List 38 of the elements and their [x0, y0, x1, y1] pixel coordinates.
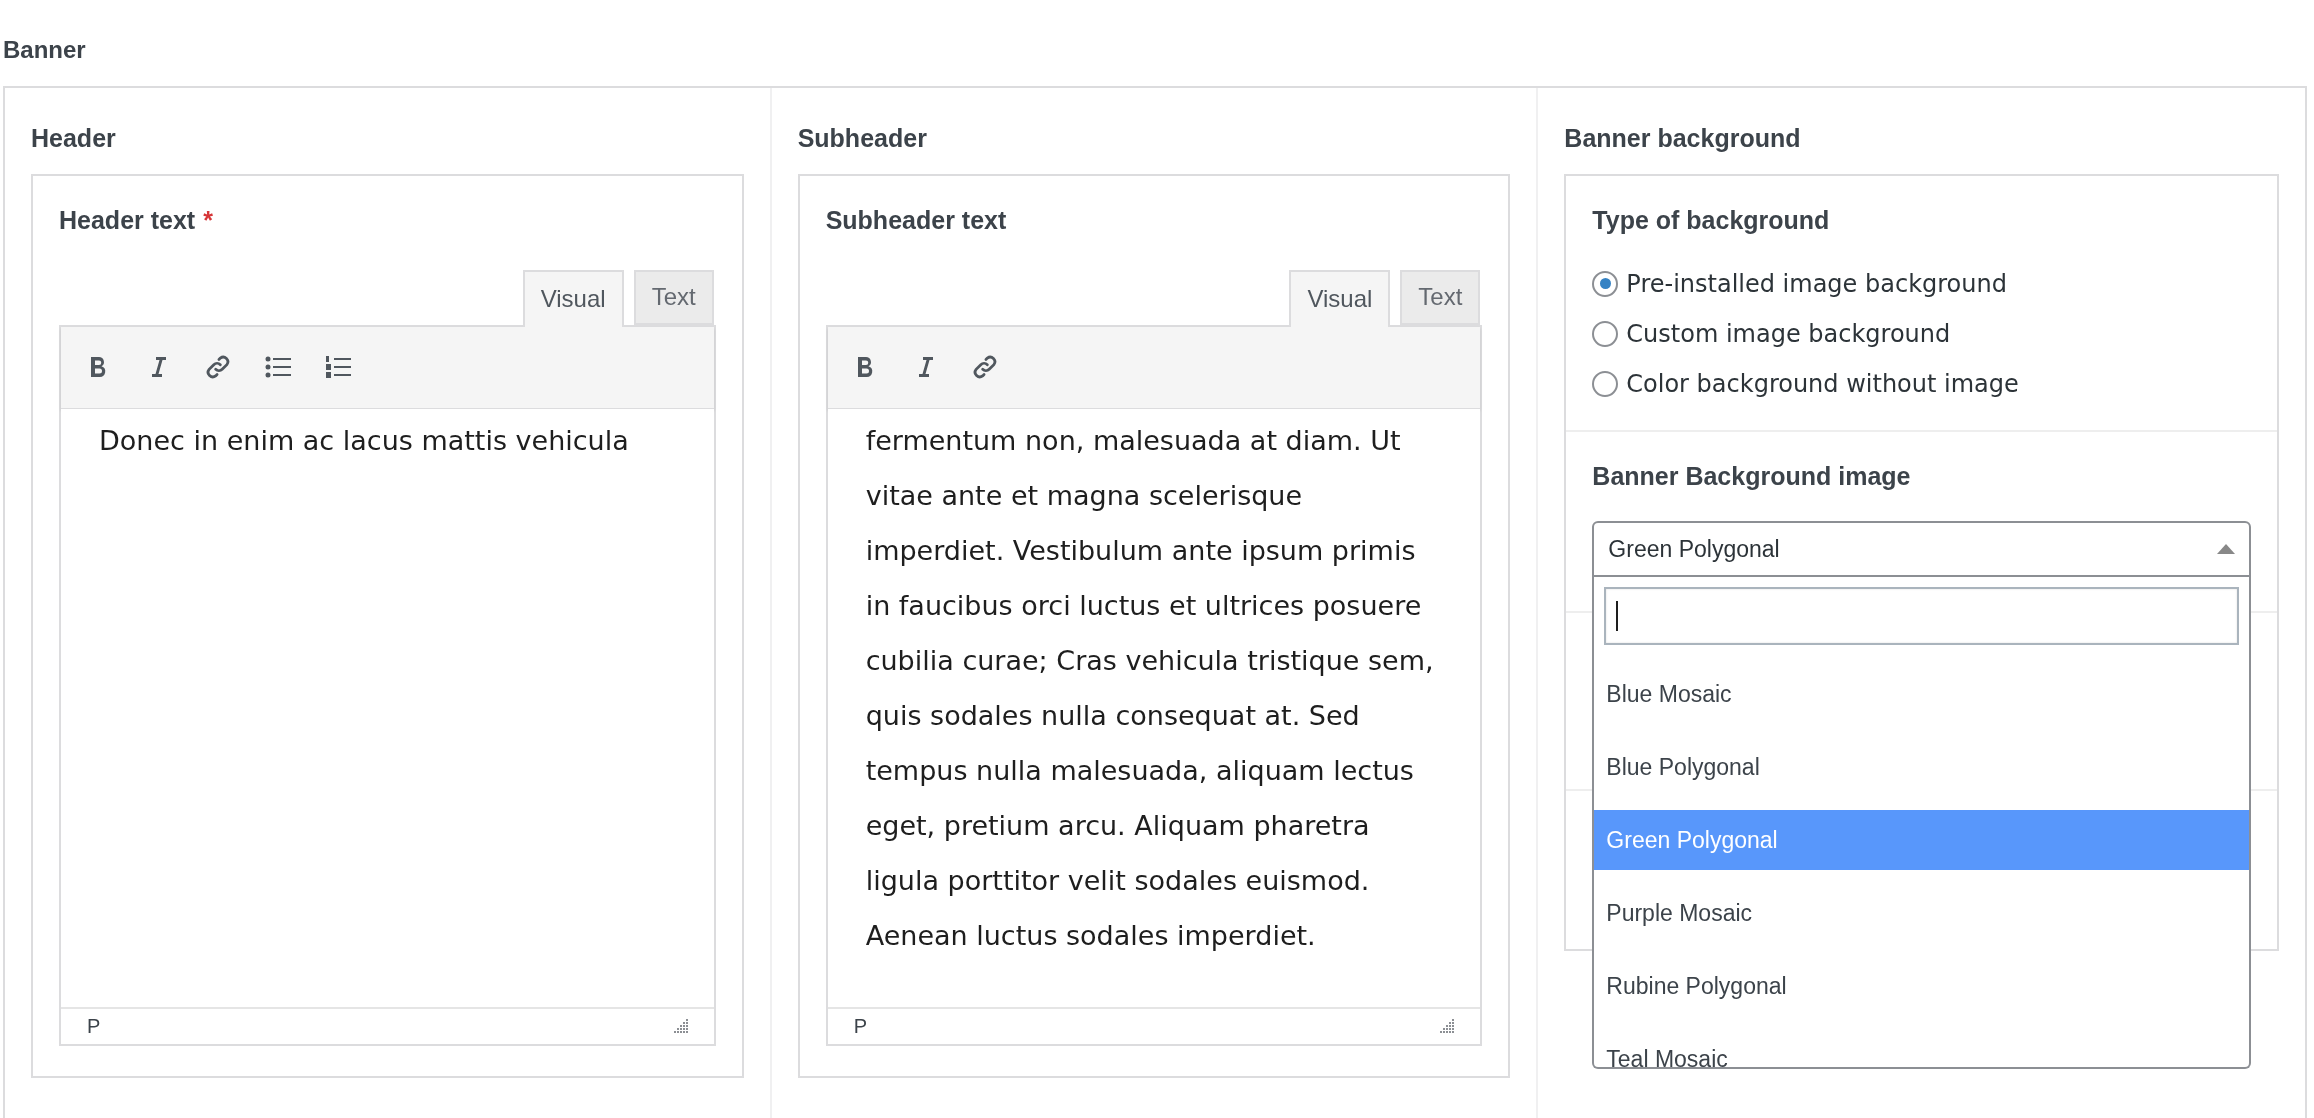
- field-label: Type of background: [1592, 205, 1831, 236]
- dropdown-option[interactable]: Rubine Polygonal: [1594, 956, 2249, 1016]
- text-cursor: [1616, 601, 1619, 631]
- field-label: Banner Background image: [1592, 460, 1912, 492]
- column-title: Subheader: [797, 124, 928, 152]
- caret-up-icon: [2217, 544, 2235, 554]
- dropdown-option[interactable]: Blue Polygonal: [1594, 737, 2249, 797]
- radio-button[interactable]: [1592, 270, 1619, 297]
- numbered-list-icon: [325, 354, 351, 380]
- radio-label: Pre-installed image background: [1626, 268, 2007, 300]
- column-title: Header: [31, 124, 117, 152]
- bullet-list-icon: [265, 355, 291, 379]
- radio-label: Custom image background: [1626, 318, 1951, 350]
- required-asterisk: *: [203, 205, 213, 236]
- dropdown-option[interactable]: Teal Mosaic: [1594, 1029, 2249, 1067]
- link-icon: [204, 353, 232, 381]
- bold-icon: [88, 355, 108, 379]
- radio-button[interactable]: [1592, 370, 1619, 397]
- element-path: P: [853, 1014, 867, 1039]
- column-title: Banner background: [1564, 124, 1802, 152]
- editor-text: fermentum non, malesuada at diam. Ut vitae ante et magna scelerisque imperdiet. Vestibulum ante ipsum primis in faucibus orci luctus et ultrices posuere cubilia curae; Cras vehicula tristique sem, quis sodales nulla consequat at. Sed tempus nulla malesuada, aliquam lectus eget, pretium arcu. Aliquam pharetra ligula porttitor velit sodales euismod. Aenean luctus sodales imperdiet.: [865, 423, 1435, 953]
- radio-button[interactable]: [1592, 320, 1619, 347]
- dropdown-option[interactable]: Blue Mosaic: [1594, 664, 2249, 724]
- search-field[interactable]: [1604, 587, 2239, 645]
- dropdown-option[interactable]: Purple Mosaic: [1594, 883, 2249, 943]
- editor-text: Donec in enim ac lacus mattis vehicula: [99, 423, 630, 458]
- editor-tab[interactable]: Visual: [522, 269, 624, 327]
- editor-tab[interactable]: Text: [1400, 269, 1481, 325]
- select-dropdown[interactable]: Green Polygonal: [1592, 521, 2251, 577]
- section-title: Banner: [3, 36, 87, 65]
- radio-label: Color background without image: [1626, 368, 2019, 400]
- field-label: Subheader text: [825, 205, 1007, 236]
- editor-tab[interactable]: Visual: [1289, 269, 1391, 327]
- resize-handle-icon[interactable]: [1440, 1019, 1455, 1033]
- field-label: Header text: [59, 205, 196, 236]
- editor-tab[interactable]: Text: [633, 269, 714, 325]
- element-path: P: [87, 1014, 101, 1039]
- resize-handle-icon[interactable]: [673, 1019, 688, 1033]
